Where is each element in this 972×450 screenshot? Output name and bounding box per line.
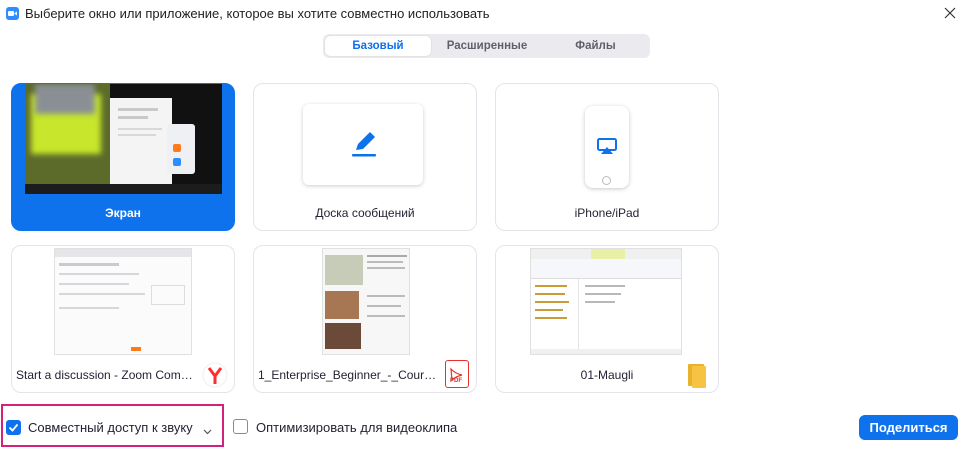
- optimize-video-label: Оптимизировать для видеоклипа: [256, 420, 458, 435]
- share-audio-checkbox[interactable]: [6, 420, 21, 435]
- tab-bar: Базовый Расширенные Файлы: [323, 34, 650, 58]
- zoom-camera-icon: [6, 7, 19, 20]
- tile-screen[interactable]: Экран: [11, 83, 235, 231]
- screen-thumbnail: [25, 84, 222, 194]
- window-thumbnail: [54, 248, 192, 355]
- optimize-video-checkbox[interactable]: [233, 419, 248, 434]
- pencil-icon: [349, 128, 379, 163]
- tab-files[interactable]: Файлы: [543, 36, 648, 56]
- tile-window-pdf[interactable]: 1_Enterprise_Beginner_-_Courseb... PDF: [253, 245, 477, 393]
- tab-basic[interactable]: Базовый: [325, 36, 431, 56]
- share-button[interactable]: Поделиться: [859, 415, 958, 440]
- tile-label: iPhone/iPad: [574, 206, 640, 220]
- pdf-icon-text: PDF: [450, 378, 462, 384]
- pdf-icon: PDF: [445, 360, 469, 388]
- whiteboard-preview: [303, 104, 423, 185]
- share-audio-label: Совместный доступ к звуку: [28, 420, 193, 435]
- tile-label: 1_Enterprise_Beginner_-_Courseb...: [258, 368, 440, 382]
- tile-label: Экран: [105, 206, 141, 220]
- tile-whiteboard[interactable]: Доска сообщений: [253, 83, 477, 231]
- airplay-icon: [597, 138, 617, 160]
- tile-label: 01-Maugli: [580, 368, 634, 382]
- tile-label: Start a discussion - Zoom Comm...: [16, 368, 198, 382]
- window-thumbnail: [530, 248, 682, 355]
- phone-preview: [585, 106, 629, 188]
- chevron-down-icon[interactable]: [203, 422, 212, 440]
- tab-advanced[interactable]: Расширенные: [431, 36, 543, 56]
- title-bar: Выберите окно или приложение, которое вы…: [0, 0, 972, 28]
- tile-window-browser[interactable]: Start a discussion - Zoom Comm...: [11, 245, 235, 393]
- window-title: Выберите окно или приложение, которое вы…: [25, 6, 490, 21]
- folder-icon: [686, 362, 712, 388]
- tile-iphone-ipad[interactable]: iPhone/iPad: [495, 83, 719, 231]
- tile-label: Доска сообщений: [315, 206, 415, 220]
- tile-window-folder[interactable]: 01-Maugli: [495, 245, 719, 393]
- close-icon[interactable]: [942, 4, 958, 22]
- share-audio-dropdown[interactable]: Совместный доступ к звуку: [1, 404, 224, 447]
- bottom-bar: Совместный доступ к звуку Оптимизировать…: [0, 404, 972, 450]
- window-thumbnail: [322, 248, 410, 355]
- yandex-browser-icon: [202, 362, 228, 388]
